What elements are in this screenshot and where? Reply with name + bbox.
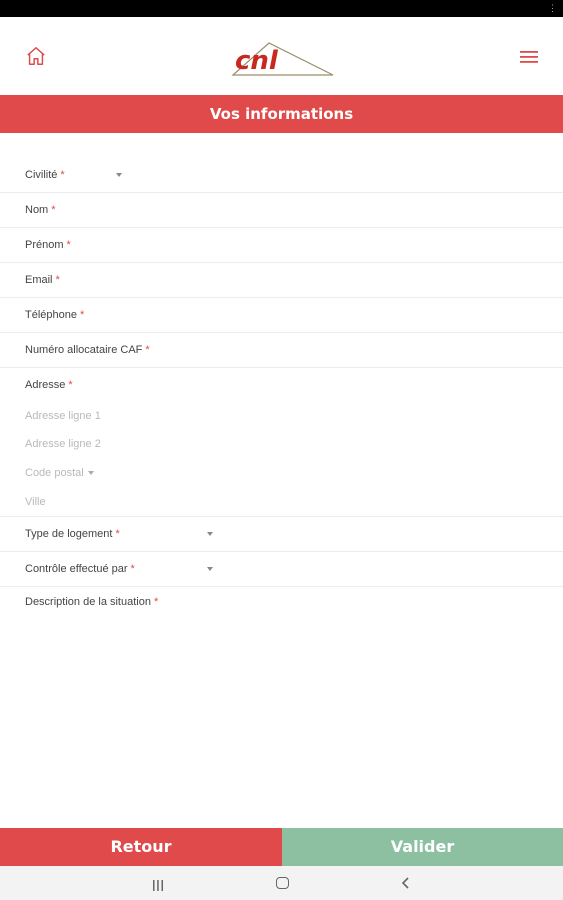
validate-button[interactable]: Valider (282, 828, 563, 866)
cnl-logo: cnl (229, 37, 335, 79)
housing-type-label: Type de logement * (25, 528, 120, 540)
civilite-dropdown-icon[interactable] (116, 173, 122, 177)
required-marker: * (153, 596, 159, 608)
civilite-label: Civilité * (25, 169, 65, 181)
controle-field[interactable]: Contrôle effectué par * (0, 552, 563, 587)
app-header: cnl (0, 17, 563, 95)
description-label: Description de la situation * (25, 596, 159, 608)
back-nav-icon[interactable] (400, 876, 412, 890)
required-marker: * (130, 563, 135, 575)
system-nav-bar (0, 866, 563, 900)
civilite-field[interactable]: Civilité * (0, 158, 563, 193)
city-input[interactable]: Ville (25, 496, 46, 508)
email-label: Email * (25, 274, 60, 286)
prenom-field[interactable]: Prénom * (0, 228, 563, 263)
telephone-field[interactable]: Téléphone * (0, 298, 563, 333)
required-marker: * (60, 169, 65, 181)
controle-dropdown-icon[interactable] (207, 567, 213, 571)
nom-field[interactable]: Nom * (0, 193, 563, 228)
caf-number-label: Numéro allocataire CAF * (25, 344, 150, 356)
back-button[interactable]: Retour (0, 828, 282, 866)
email-field[interactable]: Email * (0, 263, 563, 298)
home-nav-icon[interactable] (276, 877, 289, 889)
home-icon[interactable] (25, 45, 47, 67)
prenom-label: Prénom * (25, 239, 71, 251)
address-line1-input[interactable]: Adresse ligne 1 (25, 410, 101, 422)
status-indicator-icon: ⋮ (548, 3, 557, 13)
required-marker: * (68, 379, 73, 391)
housing-type-dropdown-icon[interactable] (207, 532, 213, 536)
logo-text: cnl (235, 46, 279, 76)
required-marker: * (51, 204, 56, 216)
address-line2-input[interactable]: Adresse ligne 2 (25, 438, 101, 450)
nom-label: Nom * (25, 204, 56, 216)
description-field[interactable]: Description de la situation * (0, 587, 563, 807)
housing-type-field[interactable]: Type de logement * (0, 517, 563, 552)
section-title: Vos informations (0, 95, 563, 133)
information-form: Civilité * Nom * Prénom * Email * Téléphone *… (0, 158, 563, 807)
address-group: Adresse * Adresse ligne 1 Adresse ligne 2… (0, 368, 563, 517)
required-marker: * (115, 528, 120, 540)
required-marker: * (80, 309, 85, 321)
postal-code-dropdown-icon (87, 471, 94, 476)
adresse-label: Adresse * (25, 379, 73, 391)
caf-number-field[interactable]: Numéro allocataire CAF * (0, 333, 563, 368)
status-bar: ⋮ (0, 0, 563, 17)
hamburger-menu-icon[interactable] (520, 49, 538, 65)
controle-label: Contrôle effectué par * (25, 563, 135, 575)
recent-apps-icon[interactable] (151, 878, 165, 891)
postal-code-select[interactable]: Code postal (25, 467, 94, 479)
required-marker: * (55, 274, 60, 286)
telephone-label: Téléphone * (25, 309, 85, 321)
required-marker: * (145, 344, 150, 356)
required-marker: * (66, 239, 71, 251)
